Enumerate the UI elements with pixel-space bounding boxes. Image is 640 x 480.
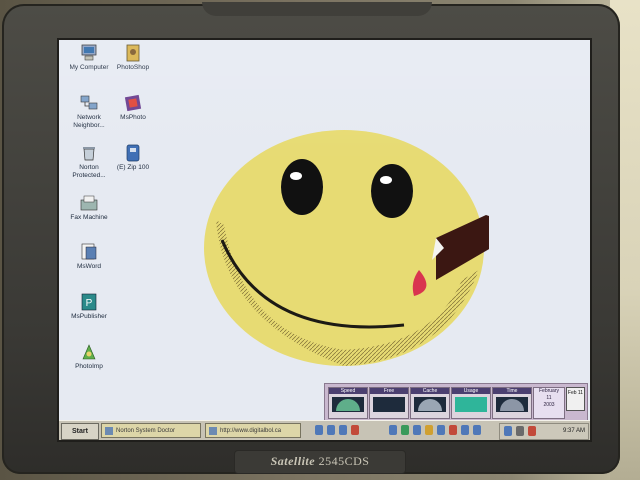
desktop-icon-fax-machine[interactable]: Fax Machine [63,194,115,222]
gauge-display [414,397,446,412]
quick-launch-icon[interactable] [327,425,335,435]
quick-launch-icon[interactable] [449,425,457,435]
gauge-usage: Usage [451,387,491,419]
zip-drive-icon [124,144,142,162]
gauge-title: Usage [452,388,490,394]
fax-icon [80,194,98,212]
task-label: http://www.digitalbol.ca [220,428,282,434]
gauge-speed: Speed [328,387,368,419]
gauge-display [332,397,364,412]
tray-icon[interactable] [528,426,536,436]
taskbar-clock[interactable]: 9:37 AM [563,424,585,439]
network-icon [80,94,98,112]
taskbar-task-browser[interactable]: http://www.digitalbol.ca [205,423,301,438]
calendar-year: 2003 [543,402,555,408]
quick-launch-icon[interactable] [351,425,359,435]
smiley-wallpaper-image [204,130,489,366]
word-icon [80,243,98,261]
app-icon [105,427,113,435]
gauge-time: Time [492,387,532,419]
quick-launch-icon[interactable] [315,425,323,435]
calendar-day: 11 [546,395,552,401]
quick-launch-icon[interactable] [339,425,347,435]
photoimp-icon [80,343,98,361]
desktop-icon-msword[interactable]: MsWord [63,243,115,271]
browser-icon [209,427,217,435]
gauge-display [496,397,528,412]
photo-icon [124,94,142,112]
quick-launch-icon[interactable] [389,425,397,435]
gauge-display [373,397,405,412]
icon-label: PhotoImp [75,363,103,370]
task-label: Norton System Doctor [116,428,176,434]
desktop-icon-msphoto[interactable]: MsPhoto [107,94,159,122]
publisher-icon: P [80,293,98,311]
calendar-widget: February 11 2003 [533,387,565,419]
icon-label: MsPhoto [120,114,146,121]
system-tray: 9:37 AM [499,423,589,440]
desktop-icon-zip[interactable]: (E) Zip 100 [107,144,159,172]
quick-launch-icon[interactable] [401,425,409,435]
icon-label: MsWord [76,263,102,270]
gauge-cache: Cache [410,387,450,419]
brand-plate: Satellite 2545CDS [234,450,406,474]
gauge-title: Time [493,388,531,394]
desktop-icon-photoshop[interactable]: PhotoShop [107,44,159,72]
recycle-icon [80,144,98,162]
system-monitor-panel: Speed Free Cache Usage Time February 11 … [324,383,588,421]
desktop-icon-photoimp[interactable]: PhotoImp [63,343,115,371]
bezel-top [202,2,432,16]
taskbar-task-norton[interactable]: Norton System Doctor [101,423,201,438]
calendar-month: February [538,388,559,394]
gauge-display [455,397,487,412]
icon-label: MsPublisher [71,313,107,320]
quick-launch-icon[interactable] [425,425,433,435]
gauge-title: Speed [329,388,367,394]
brand-model: Satellite [270,454,316,468]
calendar-icon[interactable]: Feb 11 [566,387,585,411]
quick-launch-icon[interactable] [473,425,481,435]
quick-launch-icon[interactable] [437,425,445,435]
desktop-icon-mspublisher[interactable]: P MsPublisher [63,293,115,321]
photoshop-icon [124,44,142,62]
quick-launch-icon[interactable] [461,425,469,435]
gauge-title: Free [370,388,408,394]
laptop-monitor: My Computer PhotoShop Network Neighbor..… [2,2,620,474]
monitor-brand-label: Satellite 2545CDS [235,454,405,469]
svg-text:P: P [86,298,93,309]
quick-launch-icon[interactable] [413,425,421,435]
taskbar: Start Norton System Doctor http://www.di… [59,420,590,440]
desktop-screen: My Computer PhotoShop Network Neighbor..… [59,40,590,440]
brand-number: 2545CDS [318,454,370,468]
tray-icon[interactable] [516,426,524,436]
gauge-free: Free [369,387,409,419]
icon-label: (E) Zip 100 [116,164,150,171]
computer-icon [80,44,98,62]
tray-icon[interactable] [504,426,512,436]
icon-label: PhotoShop [116,64,150,71]
gauge-title: Cache [411,388,449,394]
icon-label: Fax Machine [70,214,108,221]
start-button[interactable]: Start [61,423,99,440]
